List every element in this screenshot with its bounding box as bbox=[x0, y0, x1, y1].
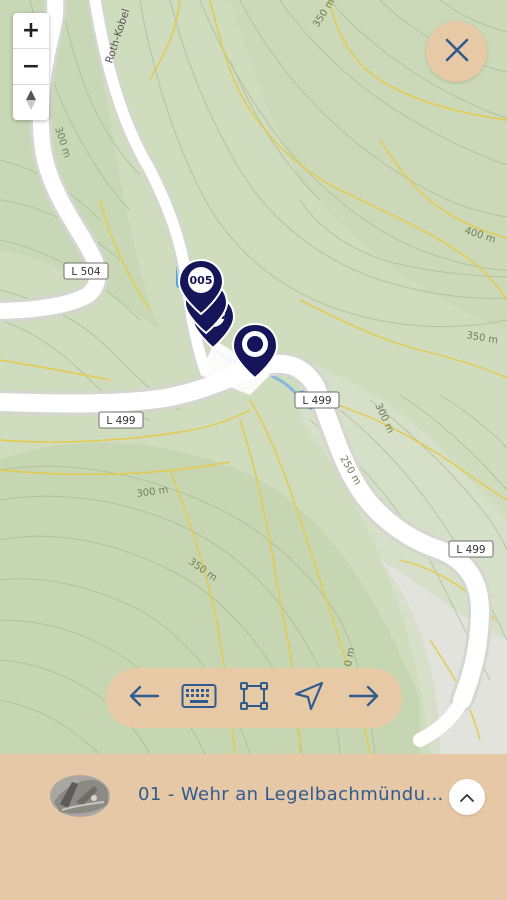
zoom-control: + − bbox=[13, 13, 49, 120]
road-label-l499-east: L 499 bbox=[448, 540, 494, 558]
arrow-left-icon bbox=[128, 685, 160, 711]
compass-button[interactable] bbox=[13, 85, 49, 120]
previous-button[interactable] bbox=[122, 676, 166, 720]
road-label-l504: L 504 bbox=[63, 262, 109, 280]
fit-extent-icon bbox=[239, 681, 269, 715]
svg-text:L 499: L 499 bbox=[106, 415, 135, 427]
fit-extent-button[interactable] bbox=[232, 676, 276, 720]
map-toolbar bbox=[106, 668, 402, 728]
map-canvas[interactable]: L 504 L 499 L 499 L 499 Roth-Kobel 350 m… bbox=[0, 0, 507, 754]
navigation-icon bbox=[293, 680, 325, 716]
keyboard-button[interactable] bbox=[177, 676, 221, 720]
keyboard-icon bbox=[181, 683, 217, 713]
svg-text:L 499: L 499 bbox=[456, 544, 485, 556]
svg-text:L 499: L 499 bbox=[302, 395, 331, 407]
poi-thumbnail[interactable] bbox=[48, 772, 111, 819]
close-icon bbox=[444, 37, 470, 67]
svg-text:005: 005 bbox=[190, 274, 213, 287]
chevron-up-icon bbox=[459, 788, 475, 807]
next-button[interactable] bbox=[342, 676, 386, 720]
close-button[interactable] bbox=[426, 21, 487, 82]
arrow-right-icon bbox=[348, 685, 380, 711]
svg-text:L 504: L 504 bbox=[71, 266, 101, 278]
poi-title[interactable]: 01 - Wehr an Legelbachmündu… bbox=[138, 784, 444, 805]
road-label-l499-mid: L 499 bbox=[294, 391, 340, 409]
zoom-out-button[interactable]: − bbox=[13, 49, 49, 85]
map-svg[interactable]: L 504 L 499 L 499 L 499 Roth-Kobel 350 m… bbox=[0, 0, 507, 754]
compass-icon bbox=[25, 89, 37, 117]
zoom-in-button[interactable]: + bbox=[13, 13, 49, 49]
locate-button[interactable] bbox=[287, 676, 331, 720]
expand-panel-button[interactable] bbox=[449, 779, 485, 815]
road-label-l499-west: L 499 bbox=[98, 411, 144, 429]
